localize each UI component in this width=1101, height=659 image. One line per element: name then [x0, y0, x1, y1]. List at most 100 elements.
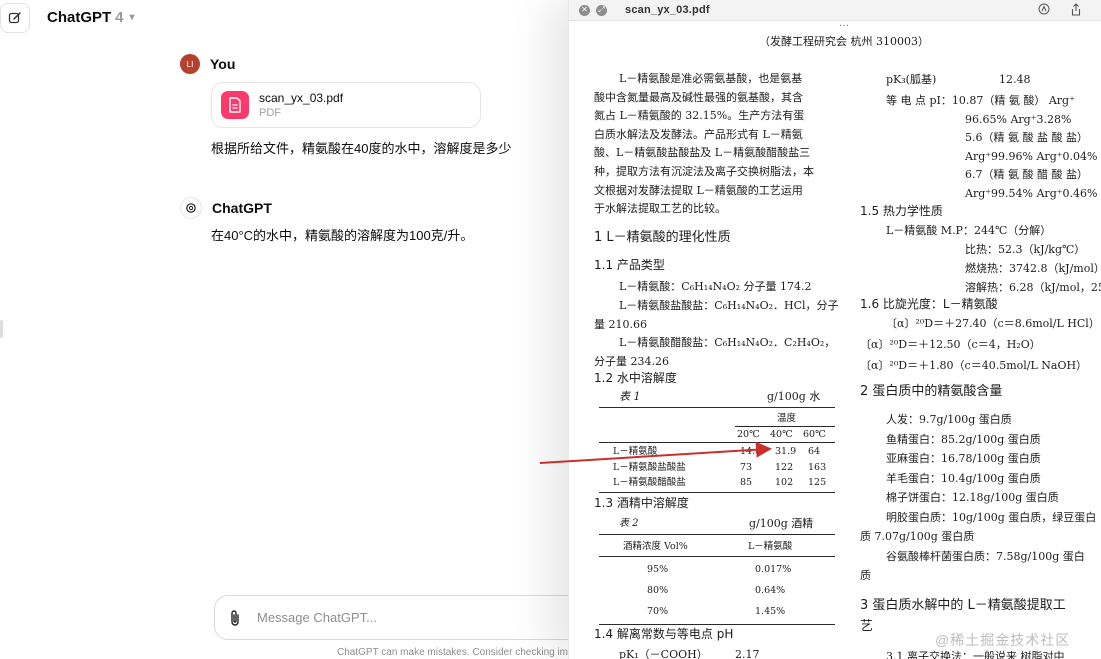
text-line: 谷氨酸棒杆菌蛋白质：7.58g/100g 蛋白	[886, 549, 1085, 563]
table-cell: 85	[740, 477, 753, 488]
paperclip-icon[interactable]	[229, 609, 241, 627]
subsection-heading: 1.2 水中溶解度	[594, 371, 677, 385]
table-rule	[599, 407, 835, 408]
table-col-header: 酒精浓度 Vol%	[623, 541, 688, 552]
text-line: 量 210.66	[594, 317, 647, 331]
chevron-down-icon: ▾	[129, 12, 135, 23]
text-line: 〔α〕²⁰D＝＋27.40（c＝8.6mol/L HCl）	[886, 317, 1100, 330]
table-cell: 0.64%	[755, 585, 786, 596]
pdf-title: scan_yx_03.pdf	[625, 4, 710, 16]
text-line: 质	[860, 569, 871, 582]
table-cell: 163	[808, 461, 827, 473]
model-selector[interactable]: ChatGPT 4 ▾	[47, 9, 135, 26]
model-name: ChatGPT	[47, 9, 112, 26]
attachment-name: scan_yx_03.pdf	[259, 91, 344, 105]
subsection-heading: 1.1 产品类型	[594, 258, 665, 272]
text-line: L－精氨酸盐酸盐：C₆H₁₄N₄O₂．HCl，分子	[619, 298, 839, 312]
avatar: LI	[180, 54, 200, 74]
subsection-heading: 1.3 酒精中溶解度	[594, 496, 689, 510]
assistant-message: ChatGPT 在40°C的水中，精氨酸的溶解度为100克/升。	[180, 197, 473, 244]
text-line: 96.65% Arg⁺3.28%	[965, 112, 1072, 126]
table-cell: 122	[775, 461, 794, 473]
text-line: 文根据对发酵法提取 L－精氨酸的工艺运用	[594, 183, 803, 197]
model-version: 4	[115, 9, 124, 26]
subsection-heading: 1.4 解离常数与等电点 pH	[594, 627, 734, 641]
text-line: 5.6（精 氨 酸 盐 酸 盐）	[965, 131, 1088, 145]
table-rule	[599, 624, 835, 625]
table-row-name: L－精氨酸盐酸盐	[613, 461, 686, 473]
share-icon[interactable]	[1069, 2, 1083, 16]
new-chat-button[interactable]	[0, 3, 30, 33]
table-rule	[599, 442, 835, 443]
disclaimer-text: ChatGPT can make mistakes. Consider chec…	[337, 647, 569, 658]
text-line: L－精氨酸醋酸盐：C₆H₁₄N₄O₂．C₂H₄O₂，	[619, 336, 836, 350]
markup-icon[interactable]	[1037, 2, 1051, 16]
table-row-name: L－精氨酸醋酸盐	[613, 477, 686, 488]
message-author: ChatGPT	[212, 200, 272, 216]
table-cell: 0.017%	[755, 564, 792, 575]
table-rule	[599, 492, 835, 493]
text-line: 燃烧热：3742.8（kJ/mol）	[965, 262, 1101, 275]
text-line: 6.7（精 氨 酸 醋 酸 盐）	[965, 168, 1088, 182]
compose-icon	[8, 12, 21, 24]
table-cell: 31.9	[775, 446, 797, 457]
user-message: LI You scan_yx_03.pdf PDF 根据所给文件，精氨酸在40度…	[180, 54, 511, 157]
text-line: 种，提取方法有沉淀法及离子交换树脂法，本	[594, 165, 814, 178]
table-col-header: 60℃	[803, 429, 826, 440]
text-line: Arg⁺99.96% Arg⁺0.04%	[965, 149, 1098, 163]
text-line: 分子量 234.26	[594, 355, 669, 369]
table-rule	[735, 426, 835, 427]
pdf-viewer-window: ✕ ⤢ scan_yx_03.pdf … （发酵工程研究会 杭州 310003）…	[568, 0, 1101, 659]
user-message-text: 根据所给文件，精氨酸在40度的水中，溶解度是多少	[211, 141, 512, 156]
table-group-header: 温度	[777, 413, 797, 424]
attachment-card[interactable]: scan_yx_03.pdf PDF	[211, 82, 481, 128]
pdf-page: … （发酵工程研究会 杭州 310003） L－精氨酸是准必需氨基酸，也是氨基酸…	[577, 18, 1101, 659]
section-heading: 1 L－精氨酸的理化性质	[594, 230, 731, 245]
text-line: 质 7.07g/100g 蛋白质	[860, 530, 975, 543]
text-line: 羊毛蛋白：10.4g/100g 蛋白质	[886, 471, 1041, 485]
text-line: L－精氨酸：C₆H₁₄N₄O₂ 分子量 174.2	[619, 280, 812, 293]
pk3-value: 12.48	[999, 73, 1031, 86]
text-line: Arg⁺99.54% Arg⁺0.46%	[965, 187, 1098, 200]
pk1-label: pK₁（－COOH）	[619, 648, 708, 659]
text-line: 溶解热：6.28（kJ/mol，25℃）	[965, 281, 1101, 294]
table-cell: 1.45%	[755, 606, 786, 617]
text-line: L－精氨酸是准必需氨基酸，也是氨基	[619, 72, 803, 85]
text-line: 亚麻蛋白：16.78/100g 蛋白质	[886, 452, 1041, 465]
message-input[interactable]	[255, 609, 539, 626]
text-line: 白质水解法及发酵法。产品形式有 L－精氨	[594, 127, 803, 141]
text-line: 〔α〕²⁰D＝＋12.50（c＝4，H₂O）	[860, 338, 1041, 351]
table-cell: 14.8	[740, 446, 762, 457]
table-unit: g/100g 酒精	[749, 517, 814, 530]
affiliation: （发酵工程研究会 杭州 310003）	[759, 35, 929, 48]
table-label: 表 2	[619, 518, 639, 529]
table-row-name: L－精氨酸	[613, 446, 658, 457]
text-line: 等 电 点 pI：10.87（精 氨 酸） Arg⁺	[886, 94, 1075, 107]
text-line: 酸、L－精氨酸盐酸盐及 L－精氨酸醋酸盐三	[594, 146, 811, 160]
fullscreen-icon[interactable]: ⤢	[596, 4, 607, 16]
text-line: 鱼精蛋白：85.2g/100g 蛋白质	[886, 432, 1041, 446]
table-cell: 95%	[647, 564, 669, 575]
attachment-type: PDF	[259, 107, 281, 119]
pk1-value: 2.17	[735, 648, 760, 659]
sidebar-handle[interactable]	[0, 320, 3, 338]
page-top-fragment: …	[839, 18, 849, 29]
table-cell: 125	[808, 477, 827, 488]
table-cell: 102	[775, 477, 794, 488]
table-label: 表 1	[619, 390, 641, 403]
close-icon[interactable]: ✕	[579, 4, 590, 16]
assistant-message-text: 在40°C的水中，精氨酸的溶解度为100克/升。	[211, 228, 474, 243]
text-line: 明胶蛋白质：10g/100g 蛋白质，绿豆蛋白	[886, 510, 1097, 524]
table-col-header: 20℃	[737, 429, 760, 440]
pk3-label: pK₃(胍基)	[886, 73, 937, 86]
table-rule	[599, 556, 835, 557]
subsection-heading: 1.5 热力学性质	[860, 204, 943, 218]
text-line: 比热：52.3（kJ/kg℃）	[965, 243, 1086, 256]
text-line: L－精氨酸 M.P：244℃（分解）	[886, 224, 1052, 237]
table-col-header: 40℃	[770, 429, 793, 440]
text-line: 于水解法提取工艺的比较。	[594, 202, 726, 216]
table-cell: 73	[740, 461, 753, 473]
pdf-titlebar: ✕ ⤢ scan_yx_03.pdf	[569, 0, 1101, 21]
message-composer	[214, 595, 614, 640]
table-cell: 64	[808, 446, 821, 457]
